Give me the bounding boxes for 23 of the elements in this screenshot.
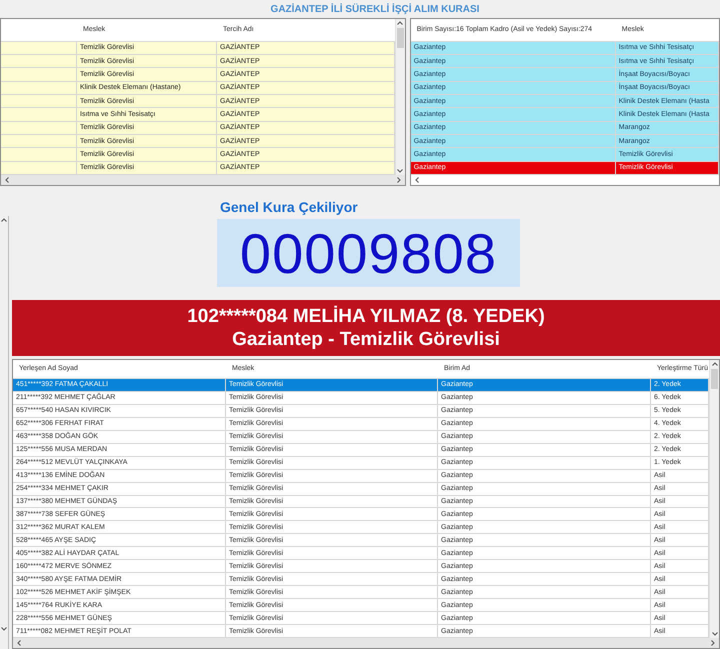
scroll-left-icon[interactable]: [414, 177, 419, 183]
draw-number: 00009808: [217, 219, 520, 287]
vertical-scrollbar[interactable]: [394, 19, 405, 175]
horizontal-scrollbar[interactable]: [13, 638, 719, 648]
scroll-thumb[interactable]: [396, 28, 404, 48]
draw-heading: Genel Kura Çekiliyor: [220, 200, 358, 214]
scroll-down-icon[interactable]: [397, 169, 404, 173]
scroll-thumb[interactable]: [711, 369, 718, 389]
scroll-right-icon[interactable]: [396, 177, 401, 183]
scroll-left-icon[interactable]: [5, 177, 9, 183]
window-title: GAZİANTEP İLİ SÜREKLİ İŞÇİ ALIM KURASI: [270, 4, 480, 14]
scroll-down-icon[interactable]: [1, 627, 7, 631]
scroll-right-icon[interactable]: [711, 640, 715, 646]
scroll-left-icon[interactable]: [17, 640, 21, 646]
scroll-down-icon[interactable]: [712, 632, 718, 636]
vertical-scrollbar[interactable]: [0, 216, 9, 649]
scroll-up-icon[interactable]: [397, 21, 404, 25]
scroll-up-icon[interactable]: [712, 362, 718, 366]
horizontal-scrollbar[interactable]: [1, 175, 405, 185]
winner-placement: Gaziantep - Temizlik Görevlisi: [232, 328, 500, 351]
vertical-scrollbar[interactable]: [709, 360, 719, 638]
scroll-up-icon[interactable]: [1, 218, 7, 222]
winner-name: 102*****084 MELİHA YILMAZ (8. YEDEK): [187, 305, 545, 328]
